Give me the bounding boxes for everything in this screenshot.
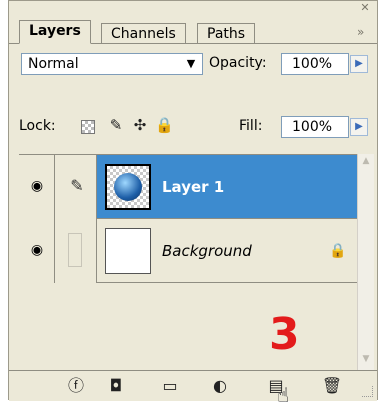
- panel-titlebar: ✕: [9, 1, 377, 17]
- brush-icon: ✎: [70, 176, 84, 195]
- scrollbar[interactable]: ▲ ▼: [357, 154, 374, 370]
- layer-name[interactable]: Background: [162, 241, 252, 261]
- move-icon[interactable]: ✣: [131, 116, 149, 134]
- link-icon[interactable]: ⓕ: [65, 376, 87, 396]
- fill-label: Fill:: [239, 118, 263, 134]
- link-cell[interactable]: [55, 219, 97, 283]
- half-circle-icon[interactable]: ◐: [209, 376, 231, 396]
- resize-grip[interactable]: [362, 386, 373, 397]
- layer-name[interactable]: Layer 1: [162, 177, 224, 197]
- panel-tabs: Layers Channels Paths »: [9, 19, 377, 44]
- hand-cursor-icon: ☝: [277, 383, 290, 407]
- trash-icon[interactable]: 🗑: [321, 376, 343, 396]
- scroll-down-icon[interactable]: ▼: [358, 354, 374, 368]
- panel-footer: ⓕ ◘ ▭ ◐ ▤ 🗑: [9, 370, 377, 401]
- eye-icon[interactable]: ◉: [28, 179, 46, 193]
- tab-paths[interactable]: Paths: [197, 23, 256, 44]
- layer-row[interactable]: ◉ ✎ Layer 1: [19, 155, 357, 219]
- scroll-up-icon[interactable]: ▲: [358, 156, 374, 170]
- layer-thumbnail[interactable]: [105, 228, 151, 274]
- arrow-right-icon[interactable]: ▶: [350, 118, 368, 136]
- frame: ✕ Layers Channels Paths » Normal ▼ Opaci…: [0, 0, 380, 409]
- link-slot: [68, 233, 82, 267]
- visibility-cell[interactable]: ◉: [19, 219, 55, 283]
- link-cell[interactable]: ✎: [55, 155, 97, 219]
- opacity-field[interactable]: 100% ▶: [281, 53, 368, 75]
- blend-mode-select[interactable]: Normal ▼: [21, 53, 203, 75]
- arrow-right-icon[interactable]: ▶: [350, 55, 368, 73]
- blend-mode-value: Normal: [28, 56, 79, 72]
- layers-panel: ✕ Layers Channels Paths » Normal ▼ Opaci…: [8, 0, 378, 401]
- padlock-icon: 🔒: [329, 243, 347, 259]
- tab-channels[interactable]: Channels: [101, 23, 186, 44]
- layer-thumbnail[interactable]: [105, 164, 151, 210]
- layers-list: ◉ ✎ Layer 1 ◉ Background 🔒: [19, 154, 357, 371]
- double-chevron-icon[interactable]: »: [357, 25, 371, 39]
- padlock-icon[interactable]: 🔒: [155, 116, 174, 134]
- layer-row[interactable]: ◉ Background 🔒: [19, 219, 357, 283]
- brush-icon[interactable]: ✎: [107, 116, 125, 134]
- opacity-value: 100%: [292, 56, 333, 72]
- tab-layers[interactable]: Layers: [19, 20, 91, 44]
- visibility-cell[interactable]: ◉: [19, 155, 55, 219]
- eye-icon[interactable]: ◉: [28, 243, 46, 257]
- globe-thumbnail-icon: [114, 173, 142, 201]
- opacity-label: Opacity:: [209, 55, 267, 71]
- mask-icon[interactable]: ◘: [105, 376, 127, 396]
- fill-value: 100%: [292, 119, 333, 135]
- close-icon[interactable]: ✕: [359, 2, 371, 14]
- checkerboard-icon[interactable]: [81, 120, 95, 134]
- folder-icon[interactable]: ▭: [159, 376, 181, 396]
- lock-label: Lock:: [19, 118, 56, 134]
- fill-field[interactable]: 100% ▶: [281, 116, 368, 138]
- annotation-number: 3: [269, 309, 300, 360]
- chevron-down-icon[interactable]: ▼: [183, 56, 199, 72]
